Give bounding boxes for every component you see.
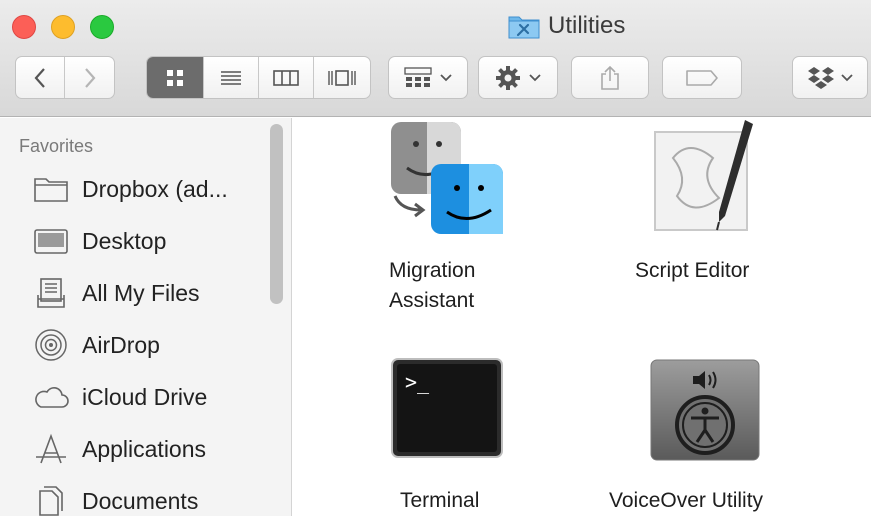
sidebar-item-all-my-files[interactable]: All My Files <box>32 273 272 313</box>
sidebar-scrollbar[interactable] <box>270 124 283 304</box>
chevron-left-icon <box>34 67 45 88</box>
view-mode-segment <box>146 56 371 99</box>
close-window-button[interactable] <box>12 15 36 39</box>
tags-button[interactable] <box>662 56 742 99</box>
app-name-line: Terminal <box>400 489 480 512</box>
arrange-button[interactable] <box>388 56 468 99</box>
chevron-right-icon <box>84 67 95 88</box>
column-view-icon <box>272 69 299 86</box>
app-name-line: Assistant <box>389 289 475 312</box>
folder-icon <box>32 172 70 206</box>
sidebar-item-label: Dropbox (ad... <box>82 175 228 202</box>
app-item-terminal[interactable]: >_ Terminal <box>389 358 514 516</box>
airdrop-icon <box>32 328 70 362</box>
window-title-text: Utilities <box>548 12 626 39</box>
cover-flow-view-button[interactable] <box>314 57 370 98</box>
sidebar-item-label: Applications <box>82 435 207 462</box>
voiceover-utility-icon <box>649 358 761 467</box>
sidebar-item-label: Documents <box>82 487 199 514</box>
arrange-grid-icon <box>404 66 432 87</box>
back-button[interactable] <box>16 57 66 98</box>
app-name-line: Migration <box>389 259 476 282</box>
forward-button[interactable] <box>65 57 114 98</box>
share-icon <box>601 65 619 90</box>
documents-icon <box>32 484 70 516</box>
all-files-icon <box>32 276 70 310</box>
app-item-voiceover-utility[interactable]: VoiceOver Utility <box>609 358 809 516</box>
sidebar-item-label: All My Files <box>82 279 200 306</box>
chevron-down-icon <box>440 73 452 81</box>
desktop-icon <box>32 224 70 258</box>
window-title: Utilities <box>508 10 625 42</box>
sidebar-item-airdrop[interactable]: AirDrop <box>32 325 272 365</box>
list-view-icon <box>221 70 242 85</box>
sidebar-item-label: Desktop <box>82 227 167 254</box>
list-view-button[interactable] <box>204 57 259 98</box>
share-button[interactable] <box>571 56 649 99</box>
sidebar-item-icloud-drive[interactable]: iCloud Drive <box>32 377 272 417</box>
sidebar-item-dropbox[interactable]: Dropbox (ad... <box>32 169 272 209</box>
chevron-down-icon <box>529 73 541 81</box>
icon-view-button[interactable] <box>147 57 205 98</box>
sidebar-item-desktop[interactable]: Desktop <box>32 221 272 261</box>
cover-flow-view-icon <box>328 69 356 86</box>
window-toolbar: Utilities <box>0 0 871 117</box>
script-editor-icon <box>649 118 759 241</box>
tag-icon <box>686 69 718 86</box>
minimize-window-button[interactable] <box>51 15 75 39</box>
column-view-button[interactable] <box>259 57 314 98</box>
applications-icon <box>32 432 70 466</box>
sidebar: Favorites Dropbox (ad... Desktop All My … <box>0 118 292 516</box>
icon-view-icon <box>167 69 184 86</box>
gear-icon <box>496 65 520 90</box>
file-browser-content: Migration Assistant Script Editor >_ Ter… <box>293 118 871 516</box>
app-item-script-editor[interactable]: Script Editor <box>633 118 783 318</box>
dropbox-button[interactable] <box>792 56 868 99</box>
action-button[interactable] <box>478 56 558 99</box>
sidebar-item-label: iCloud Drive <box>82 383 208 410</box>
utilities-folder-icon <box>508 13 540 39</box>
dropbox-icon <box>808 66 834 89</box>
nav-segment <box>15 56 115 99</box>
migration-assistant-icon <box>389 118 509 241</box>
app-name-line: Script Editor <box>635 259 750 282</box>
cloud-icon <box>32 380 70 414</box>
app-name-line: VoiceOver Utility <box>609 489 764 512</box>
sidebar-heading-favorites: Favorites <box>19 136 94 156</box>
sidebar-item-label: AirDrop <box>82 331 160 358</box>
sidebar-item-applications[interactable]: Applications <box>32 429 272 469</box>
app-item-migration-assistant[interactable]: Migration Assistant <box>389 118 514 318</box>
chevron-down-icon <box>841 73 853 81</box>
terminal-prompt: >_ <box>405 370 430 394</box>
maximize-window-button[interactable] <box>90 15 114 39</box>
sidebar-item-documents[interactable]: Documents <box>32 481 272 516</box>
